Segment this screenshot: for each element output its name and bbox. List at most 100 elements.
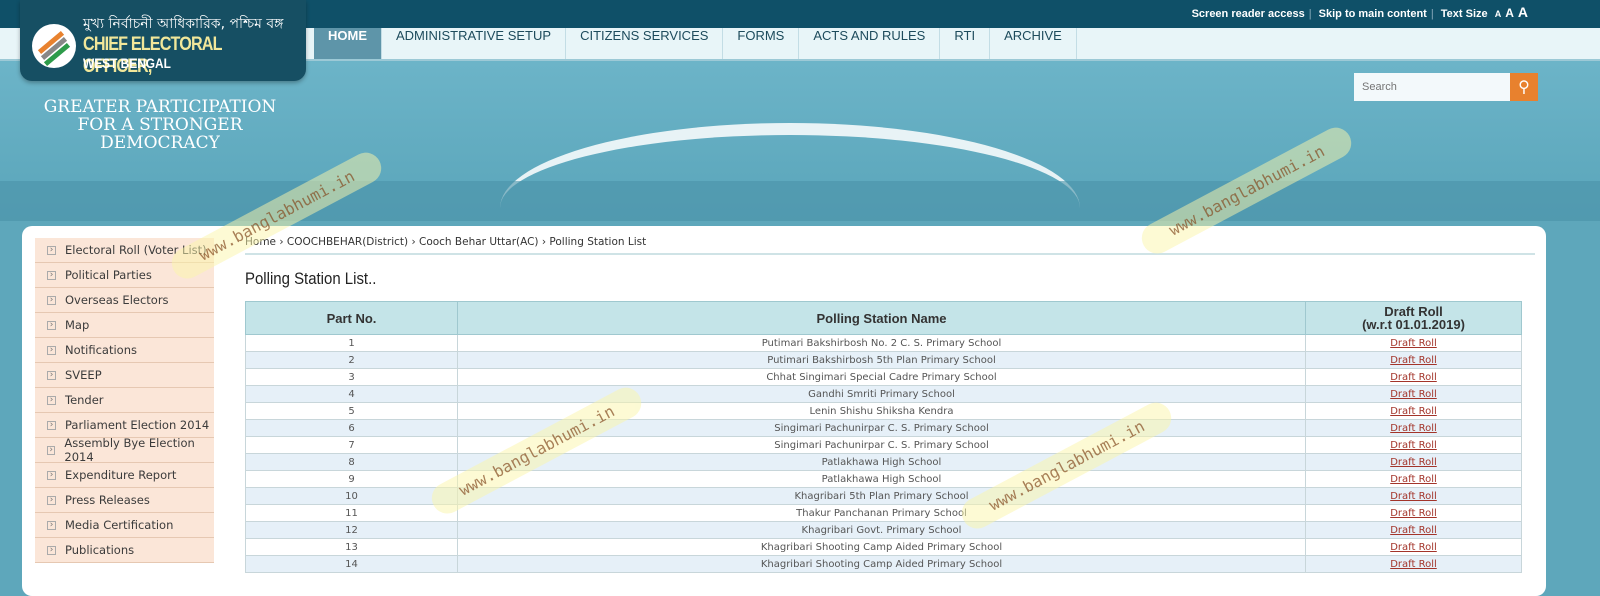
nav-forms[interactable]: FORMS: [723, 28, 800, 59]
breadcrumb-home[interactable]: Home: [245, 236, 276, 248]
sidebar-item-label: Expenditure Report: [65, 468, 177, 482]
station-name-cell: Chhat Singimari Special Cadre Primary Sc…: [457, 368, 1306, 386]
draft-roll-link[interactable]: Draft Roll: [1390, 372, 1437, 383]
station-name-cell: Singimari Pachunirpar C. S. Primary Scho…: [457, 419, 1306, 437]
nav-rti[interactable]: RTI: [940, 28, 991, 59]
sidebar-item[interactable]: › Map: [35, 313, 214, 338]
station-name-cell: Thakur Panchanan Primary School: [457, 504, 1306, 522]
draft-roll-link[interactable]: Draft Roll: [1390, 474, 1437, 485]
table-row: 2 Putimari Bakshirbosh 5th Plan Primary S…: [245, 351, 1522, 369]
part-no-cell: 14: [245, 555, 458, 573]
part-no-cell: 13: [245, 538, 458, 556]
station-name-cell: Khagribari Shooting Camp Aided Primary S…: [457, 555, 1306, 573]
draft-roll-cell: Draft Roll: [1305, 385, 1522, 403]
table-row: 14 Khagribari Shooting Camp Aided Primary…: [245, 555, 1522, 573]
part-no-cell: 2: [245, 351, 458, 369]
sidebar-item[interactable]: › SVEEP: [35, 363, 214, 388]
draft-roll-link[interactable]: Draft Roll: [1390, 440, 1437, 451]
draft-roll-cell: Draft Roll: [1305, 419, 1522, 437]
utility-links: Screen reader access | Skip to main conte…: [1191, 4, 1528, 20]
search-button[interactable]: ⚲: [1510, 73, 1538, 101]
draft-roll-cell: Draft Roll: [1305, 368, 1522, 386]
part-no-cell: 8: [245, 453, 458, 471]
table-row: 13 Khagribari Shooting Camp Aided Primary…: [245, 538, 1522, 556]
station-name-cell: Khagribari 5th Plan Primary School: [457, 487, 1306, 505]
sidebar-item-label: Press Releases: [65, 493, 150, 507]
sidebar-item[interactable]: › Overseas Electors: [35, 288, 214, 313]
sidebar-item[interactable]: › Assembly Bye Election 2014: [35, 436, 214, 464]
skyline-graphic: [0, 181, 1600, 221]
screen-reader-link[interactable]: Screen reader access: [1192, 8, 1305, 20]
sidebar-item[interactable]: › Expenditure Report: [35, 463, 214, 488]
site-logo[interactable]: মুখ্য নির্বাচনী আধিকারিক, পশ্চিম বঙ্গ CH…: [20, 0, 306, 81]
sidebar-item[interactable]: › Notifications: [35, 338, 214, 363]
nav-citizens-services[interactable]: CITIZENS SERVICES: [566, 28, 724, 59]
draft-roll-cell: Draft Roll: [1305, 538, 1522, 556]
part-no-cell: 3: [245, 368, 458, 386]
sidebar-item-label: Notifications: [65, 343, 137, 357]
sidebar-item-label: Publications: [65, 543, 135, 557]
header-draft-roll-date: (w.r.t 01.01.2019): [1362, 317, 1465, 332]
table-row: 11 Thakur Panchanan Primary School Draft R…: [245, 504, 1522, 522]
text-size-label: Text Size: [1440, 8, 1488, 20]
part-no-cell: 9: [245, 470, 458, 488]
sidebar-item[interactable]: › Media Certification: [35, 513, 214, 538]
skip-content-link[interactable]: Skip to main content: [1319, 8, 1427, 20]
text-size-medium[interactable]: A: [1505, 6, 1514, 20]
draft-roll-link[interactable]: Draft Roll: [1390, 423, 1437, 434]
expand-icon: ›: [47, 270, 56, 280]
breadcrumb-ac[interactable]: Cooch Behar Uttar(AC): [419, 236, 539, 248]
draft-roll-link[interactable]: Draft Roll: [1390, 542, 1437, 553]
part-no-cell: 4: [245, 385, 458, 403]
sidebar-item[interactable]: › Publications: [35, 538, 214, 563]
sidebar-item[interactable]: › Tender: [35, 388, 214, 413]
draft-roll-link[interactable]: Draft Roll: [1390, 389, 1437, 400]
sidebar-item[interactable]: › Electoral Roll (Voter List): [35, 238, 214, 263]
sidebar-item-label: Electoral Roll (Voter List): [65, 243, 207, 257]
sidebar-item[interactable]: › Parliament Election 2014: [35, 413, 214, 438]
draft-roll-link[interactable]: Draft Roll: [1390, 508, 1437, 519]
sidebar-menu: › Electoral Roll (Voter List) › Political P…: [35, 238, 214, 563]
sidebar-item-label: Map: [65, 318, 90, 332]
draft-roll-cell: Draft Roll: [1305, 453, 1522, 471]
search-input[interactable]: [1354, 73, 1510, 101]
table-row: 12 Khagribari Govt. Primary School Draft R…: [245, 521, 1522, 539]
sidebar-item[interactable]: › Press Releases: [35, 488, 214, 513]
draft-roll-link[interactable]: Draft Roll: [1390, 525, 1437, 536]
draft-roll-link[interactable]: Draft Roll: [1390, 559, 1437, 570]
search-icon: ⚲: [1518, 77, 1530, 96]
header-part-no: Part No.: [245, 301, 458, 335]
draft-roll-link[interactable]: Draft Roll: [1390, 338, 1437, 349]
page-title: Polling Station List..: [245, 269, 377, 288]
main-content: Home › COOCHBEHAR(District) › Cooch Beha…: [245, 236, 1535, 573]
station-name-cell: Khagribari Govt. Primary School: [457, 521, 1306, 539]
expand-icon: ›: [47, 495, 56, 505]
breadcrumb-district[interactable]: COOCHBEHAR(District): [287, 236, 408, 248]
expand-icon: ›: [47, 420, 56, 430]
text-size-large[interactable]: A: [1518, 4, 1528, 20]
text-size-small[interactable]: A: [1495, 9, 1502, 19]
draft-roll-link[interactable]: Draft Roll: [1390, 406, 1437, 417]
draft-roll-link[interactable]: Draft Roll: [1390, 457, 1437, 468]
table-row: 7 Singimari Pachunirpar C. S. Primary Sch…: [245, 436, 1522, 454]
expand-icon: ›: [47, 245, 56, 255]
expand-icon: ›: [47, 370, 56, 380]
part-no-cell: 12: [245, 521, 458, 539]
tagline: GREATER PARTICIPATION FOR A STRONGER DEM…: [43, 97, 277, 153]
nav-acts-and-rules[interactable]: ACTS AND RULES: [799, 28, 941, 59]
sidebar-item[interactable]: › Political Parties: [35, 263, 214, 288]
draft-roll-cell: Draft Roll: [1305, 504, 1522, 522]
part-no-cell: 7: [245, 436, 458, 454]
expand-icon: ›: [47, 445, 56, 455]
table-row: 3 Chhat Singimari Special Cadre Primary S…: [245, 368, 1522, 386]
table-row: 6 Singimari Pachunirpar C. S. Primary Sch…: [245, 419, 1522, 437]
station-name-cell: Khagribari Shooting Camp Aided Primary S…: [457, 538, 1306, 556]
nav-administrative-setup[interactable]: ADMINISTRATIVE SETUP: [382, 28, 567, 59]
sidebar-item-label: Political Parties: [65, 268, 152, 282]
draft-roll-link[interactable]: Draft Roll: [1390, 491, 1437, 502]
draft-roll-link[interactable]: Draft Roll: [1390, 355, 1437, 366]
nav-home[interactable]: HOME: [314, 28, 382, 59]
nav-archive[interactable]: ARCHIVE: [990, 28, 1077, 59]
table-row: 4 Gandhi Smriti Primary School Draft Roll: [245, 385, 1522, 403]
draft-roll-cell: Draft Roll: [1305, 470, 1522, 488]
